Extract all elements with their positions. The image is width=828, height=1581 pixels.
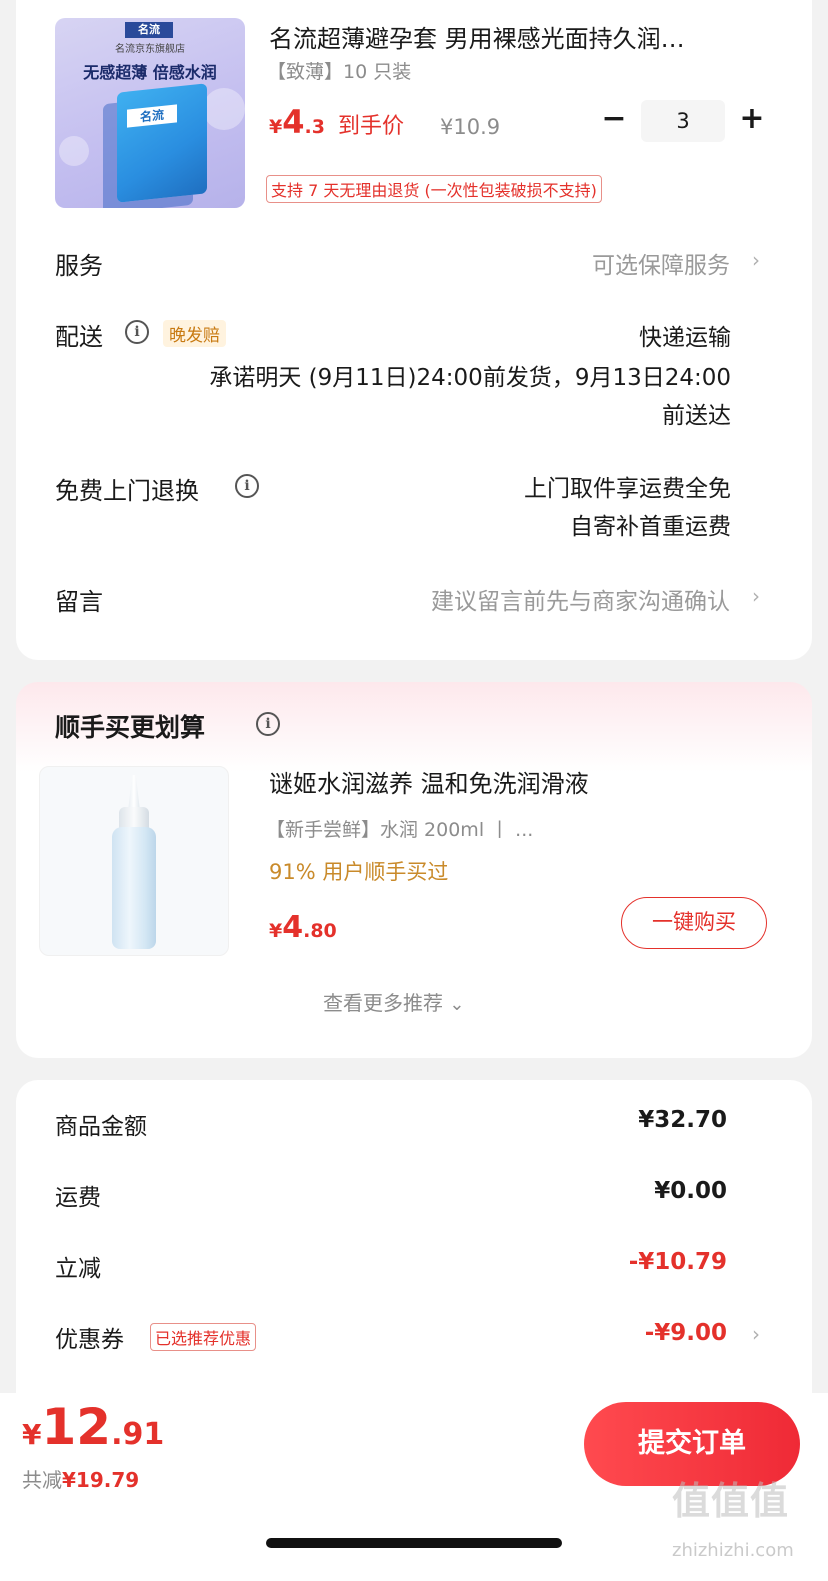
bottle-body — [112, 827, 156, 949]
return-line1: 上门取件享运费全免 — [524, 476, 731, 502]
delivery-label: 配送 — [55, 323, 103, 351]
price-fraction: .80 — [303, 920, 337, 942]
box-brand-label: 名流 — [127, 104, 177, 128]
bubble-decoration — [203, 88, 245, 130]
total-integer: 12 — [41, 1398, 112, 1456]
saving-value: ¥19.79 — [62, 1468, 140, 1492]
addon-price: ¥4.80 — [269, 910, 337, 945]
total-saving: 共减¥19.79 — [22, 1464, 139, 1493]
return-policy-badge: 支持 7 天无理由退货 (一次性包装破损不支持) — [266, 175, 602, 203]
info-icon[interactable]: i — [256, 712, 280, 736]
product-box-image: 名流 — [117, 83, 207, 203]
message-label: 留言 — [55, 588, 103, 616]
addon-product-title[interactable]: 谜姬水润滋养 温和免洗润滑液 — [269, 764, 589, 799]
return-line2: 自寄补首重运费 — [570, 514, 731, 540]
price-symbol: ¥ — [269, 116, 283, 138]
one-click-buy-button[interactable]: 一键购买 — [621, 897, 767, 949]
quantity-minus-button[interactable]: − — [599, 101, 629, 136]
price-integer: 4 — [282, 103, 305, 141]
shipping-label: 运费 — [55, 1185, 101, 1211]
price-symbol: ¥ — [269, 920, 283, 942]
addon-section-title: 顺手买更划算 — [55, 713, 206, 742]
quantity-plus-button[interactable]: + — [737, 101, 767, 136]
home-indicator[interactable] — [266, 1538, 562, 1548]
watermark-url: zhizhizhi.com — [672, 1540, 794, 1561]
total-symbol: ¥ — [22, 1418, 42, 1451]
more-recommendations-label: 查看更多推荐 — [323, 991, 443, 1015]
info-icon[interactable]: i — [125, 320, 149, 344]
thumbnail-store-text: 名流京东旗舰店 — [115, 44, 185, 55]
delivery-promise-line1: 承诺明天 (9月11日)24:00前发货，9月13日24:00 — [209, 365, 731, 391]
price-integer: 4 — [282, 910, 304, 945]
product-price: ¥4.3 到手价 — [269, 103, 404, 141]
bottle-nozzle — [128, 775, 140, 811]
free-return-label: 免费上门退换 — [55, 477, 199, 505]
chevron-right-icon[interactable]: › — [752, 248, 760, 272]
watermark: 值值值 — [672, 1479, 790, 1523]
chevron-down-icon: ⌄ — [449, 994, 465, 1015]
addon-buy-hint: 91% 用户顺手买过 — [269, 860, 449, 884]
shipping-value: ¥0.00 — [654, 1178, 727, 1204]
chevron-right-icon[interactable]: › — [752, 584, 760, 608]
quantity-input[interactable]: 3 — [641, 100, 725, 142]
thumbnail-slogan: 无感超薄 倍感水润 — [83, 63, 217, 82]
coupon-label: 优惠券 — [55, 1327, 124, 1353]
product-title[interactable]: 名流超薄避孕套 男用裸感光面持久润… — [269, 19, 685, 54]
product-thumbnail[interactable]: 名流 名流京东旗舰店 无感超薄 倍感水润 名流 — [55, 18, 245, 208]
service-value[interactable]: 可选保障服务 — [592, 246, 730, 280]
chevron-right-icon[interactable]: › — [752, 1322, 760, 1346]
brand-logo: 名流 — [125, 22, 173, 38]
bubble-decoration — [59, 136, 89, 166]
saving-prefix: 共减 — [22, 1468, 62, 1492]
goods-amount-value: ¥32.70 — [638, 1107, 727, 1133]
coupon-selected-badge: 已选推荐优惠 — [150, 1323, 257, 1351]
addon-product-spec[interactable]: 【新手尝鲜】水润 200ml 丨 ... — [266, 815, 533, 842]
order-total: ¥12.91 — [22, 1398, 164, 1456]
instant-discount-label: 立减 — [55, 1256, 101, 1282]
service-label: 服务 — [55, 252, 103, 280]
instant-discount-value: -¥10.79 — [628, 1249, 727, 1275]
original-price: ¥10.9 — [440, 115, 501, 139]
price-fraction: .3 — [304, 116, 325, 138]
price-label: 到手价 — [338, 114, 405, 139]
product-spec[interactable]: 【致薄】10 只装 — [267, 57, 411, 84]
delivery-promise-line2: 前送达 — [662, 403, 731, 429]
info-icon[interactable]: i — [235, 474, 259, 498]
message-input[interactable]: 建议留言前先与商家沟通确认 — [431, 582, 730, 616]
goods-amount-label: 商品金额 — [55, 1114, 147, 1140]
addon-product-thumbnail[interactable] — [39, 766, 229, 956]
more-recommendations-link[interactable]: 查看更多推荐 ⌄ — [323, 987, 464, 1016]
late-delivery-badge: 晚发赔 — [163, 320, 226, 347]
delivery-method[interactable]: 快递运输 — [639, 318, 731, 352]
total-fraction: .91 — [111, 1417, 165, 1452]
coupon-value[interactable]: -¥9.00 — [645, 1320, 727, 1346]
